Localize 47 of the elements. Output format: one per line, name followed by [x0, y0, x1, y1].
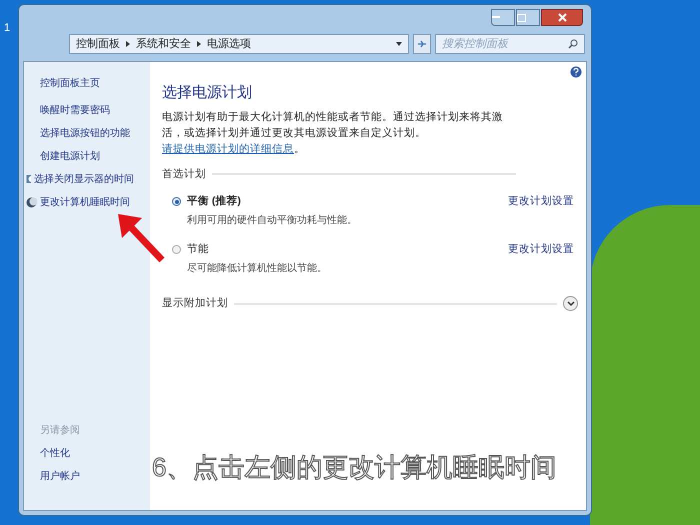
page-title: 选择电源计划: [162, 83, 253, 103]
plan-description: 尽可能降低计算机性能以节能。: [187, 262, 328, 276]
refresh-button[interactable]: [413, 34, 431, 54]
sidebar-link[interactable]: 选择关闭显示器的时间: [34, 172, 134, 187]
dropdown-icon[interactable]: [396, 42, 402, 46]
sidebar-link[interactable]: 选择电源按钮的功能: [40, 126, 130, 141]
moon-icon: [26, 197, 37, 208]
refresh-icon: [417, 39, 427, 49]
plan-description: 利用可用的硬件自动平衡功耗与性能。: [187, 214, 358, 228]
address-bar[interactable]: 控制面板 系统和安全 电源选项: [69, 34, 409, 54]
maximize-button[interactable]: [516, 9, 540, 26]
close-icon: [558, 13, 566, 22]
radio-button[interactable]: [172, 197, 181, 206]
sidebar-link[interactable]: 更改计算机睡眠时间: [40, 195, 130, 210]
annotation-arrow: [116, 212, 166, 264]
breadcrumb-item[interactable]: 系统和安全: [136, 36, 191, 52]
breadcrumb-item[interactable]: 电源选项: [207, 36, 251, 52]
caption-text: 6、点击左侧的更改计算机睡眠时间: [152, 451, 556, 484]
desktop-label: 1: [4, 21, 10, 36]
help-icon[interactable]: [570, 66, 582, 78]
sidebar-link[interactable]: 创建电源计划: [40, 149, 100, 164]
sidebar-link[interactable]: 用户帐户: [40, 469, 134, 484]
minimize-button[interactable]: [491, 9, 515, 26]
sidebar-heading: 另请参阅: [40, 424, 81, 438]
sidebar-link[interactable]: 个性化: [40, 446, 134, 461]
close-button[interactable]: [541, 9, 583, 26]
plan-name[interactable]: 平衡 (推荐): [187, 194, 502, 210]
search-icon: [568, 39, 578, 49]
search-box[interactable]: 搜索控制面板: [435, 34, 585, 54]
sidebar-link[interactable]: 控制面板主页: [40, 76, 100, 91]
section-heading: 首选计划: [162, 166, 206, 182]
details-link[interactable]: 请提供电源计划的详细信息: [162, 142, 294, 154]
plan-settings-link[interactable]: 更改计划设置: [508, 242, 574, 258]
plan-name[interactable]: 节能: [187, 242, 502, 258]
description-text: 电源计划有助于最大化计算机的性能或者节能。通过选择计划来将其激活，或选择计划并通过更改其电源设置来自定义计划。 请提供电源计划的详细信息。: [162, 110, 504, 156]
section-heading: 显示附加计划: [162, 296, 228, 311]
chevron-down-icon: [566, 300, 574, 307]
separator-icon: [126, 41, 130, 47]
minimize-icon: [492, 16, 500, 19]
separator-icon: [197, 41, 201, 47]
plan-settings-link[interactable]: 更改计划设置: [508, 194, 574, 210]
radio-button[interactable]: [172, 245, 181, 254]
expand-button[interactable]: [563, 296, 578, 312]
sidebar-link[interactable]: 唤醒时需要密码: [40, 103, 110, 118]
breadcrumb-item[interactable]: 控制面板: [76, 36, 120, 52]
maximize-icon: [517, 14, 526, 22]
search-field[interactable]: 搜索控制面板: [442, 36, 568, 52]
